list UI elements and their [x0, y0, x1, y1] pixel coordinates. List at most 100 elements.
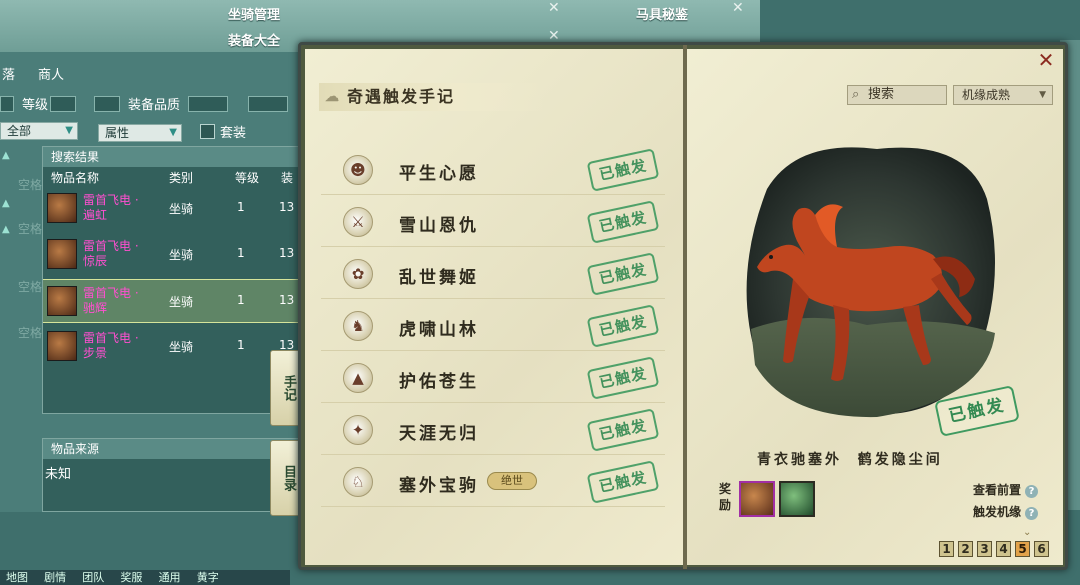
category-select[interactable]: 全部 [0, 122, 78, 140]
table-row-selected[interactable]: 雷首飞电 · 驰辉 坐骑 1 13 [43, 279, 299, 323]
triggered-stamp: 已触发 [586, 356, 660, 400]
list-item[interactable]: ▲ 护佑苍生 已触发 [321, 353, 665, 403]
page-button-5[interactable]: 5 [1015, 541, 1030, 557]
item-name: 雷首飞电 · 步景 [83, 331, 139, 360]
search-icon: ⌕ [852, 87, 860, 102]
horse-icon [47, 239, 77, 269]
item-level: 1 [237, 293, 245, 307]
ghost-label: 空格 [18, 178, 43, 192]
tab-equipment-guide[interactable]: 装备大全 [228, 30, 280, 49]
level-min-input[interactable] [0, 96, 14, 112]
pagination: 123456 [939, 541, 1053, 557]
tab-story[interactable]: 剧情 [38, 570, 72, 585]
close-icon[interactable]: ✕ [548, 0, 560, 16]
page-title: 奇遇触发手记 [319, 83, 545, 111]
list-item[interactable]: ☻ 平生心愿 已触发 [321, 145, 665, 195]
expand-arrow-icon[interactable]: ▲ [2, 198, 10, 209]
triggered-stamp: 已触发 [586, 252, 660, 296]
entry-icon: ♘ [343, 467, 373, 497]
page-button-2[interactable]: 2 [958, 541, 973, 557]
tab-team[interactable]: 团队 [76, 570, 110, 585]
attribute-select[interactable]: 属性 [98, 124, 182, 142]
chevron-down-icon: ▼ [1039, 90, 1046, 100]
help-icon[interactable]: ? [1025, 507, 1039, 520]
col-item-name[interactable]: 物品名称 [51, 169, 99, 186]
close-icon[interactable]: ✕ [732, 0, 744, 16]
entry-title: 雪山恩仇 [399, 216, 479, 236]
entry-icon: ✦ [343, 415, 373, 445]
list-item[interactable]: ⚔ 雪山恩仇 已触发 [321, 197, 665, 247]
table-row[interactable]: 雷首飞电 · 惊辰 坐骑 1 13 [43, 233, 299, 277]
level-label: 等级 [22, 98, 49, 113]
filter-value: 机缘成熟 [962, 88, 1011, 102]
view-prereq-link[interactable]: 查看前置? [973, 481, 1039, 498]
expand-arrow-icon[interactable]: ▲ [2, 150, 10, 161]
entry-icon: ✿ [343, 259, 373, 289]
results-title: 搜索结果 [43, 147, 299, 167]
horse-illustration [746, 147, 995, 418]
level-from-input[interactable] [50, 96, 76, 112]
triggered-stamp: 已触发 [586, 460, 660, 504]
filter-tab-merchant[interactable]: 商人 [38, 64, 64, 83]
page-button-1[interactable]: 1 [939, 541, 954, 557]
tab-yellow[interactable]: 黄字 [191, 570, 225, 585]
item-type: 坐骑 [169, 248, 194, 262]
entry-title: 虎啸山林 [399, 320, 479, 340]
ghost-label: 空格 [18, 326, 43, 340]
page-button-6[interactable]: 6 [1034, 541, 1049, 557]
item-name: 雷首飞电 · 惊辰 [83, 239, 139, 268]
table-row[interactable]: 雷首飞电 · 遍虹 坐骑 1 13 [43, 187, 299, 231]
encounter-poem: 青衣驰塞外 鹤发隐尘间 [757, 452, 943, 468]
entry-title: 平生心愿 [399, 164, 479, 184]
entry-icon: ☻ [343, 155, 373, 185]
horse-icon [47, 193, 77, 223]
item-level: 1 [237, 246, 245, 260]
table-row[interactable]: 雷首飞电 · 步景 坐骑 1 13 [43, 325, 299, 369]
entry-title: 塞外宝驹 [399, 476, 479, 496]
trigger-condition-link[interactable]: 触发机缘? [973, 503, 1039, 520]
search-input[interactable]: ⌕ 搜索 [847, 85, 947, 105]
quality-from-input[interactable] [188, 96, 228, 112]
item-type: 坐骑 [169, 340, 194, 354]
page-button-3[interactable]: 3 [977, 541, 992, 557]
entry-title: 天涯无归 [399, 424, 479, 444]
tab-general[interactable]: 通用 [153, 570, 187, 585]
close-icon[interactable]: ✕ [1035, 49, 1057, 71]
col-level[interactable]: 等级 [235, 169, 259, 186]
horse-reward-icon[interactable] [739, 481, 775, 517]
tab-map[interactable]: 地图 [0, 570, 34, 585]
item-type: 坐骑 [169, 295, 194, 309]
item-source: 物品来源 未知 [42, 438, 300, 512]
filter-tab[interactable]: 落 [2, 64, 15, 83]
list-item-selected[interactable]: ♘ 塞外宝驹 绝世 已触发 [321, 457, 665, 507]
col-extra[interactable]: 装 [281, 169, 293, 186]
quality-to-input[interactable] [248, 96, 288, 112]
source-value: 未知 [45, 467, 72, 482]
tab-tack-guide[interactable]: 马具秘鉴 [636, 4, 688, 23]
col-type[interactable]: 类别 [169, 169, 193, 186]
page-button-4[interactable]: 4 [996, 541, 1011, 557]
search-placeholder: 搜索 [868, 87, 895, 102]
entry-icon: ⚔ [343, 207, 373, 237]
rarity-badge: 绝世 [487, 472, 537, 490]
item-level: 1 [237, 200, 245, 214]
item-name: 雷首飞电 · 遍虹 [83, 193, 139, 222]
tab-server[interactable]: 奖服 [114, 570, 148, 585]
help-icon[interactable]: ? [1025, 485, 1039, 498]
level-to-input[interactable] [94, 96, 120, 112]
list-item[interactable]: ✦ 天涯无归 已触发 [321, 405, 665, 455]
jade-reward-icon[interactable] [779, 481, 815, 517]
view-prereq-label: 查看前置 [973, 483, 1022, 497]
triggered-stamp: 已触发 [586, 148, 660, 192]
list-item[interactable]: ♞ 虎啸山林 已触发 [321, 301, 665, 351]
item-level: 1 [237, 338, 245, 352]
search-results: 搜索结果 物品名称 类别 等级 装 雷首飞电 · 遍虹 坐骑 1 13 雷首飞电… [42, 146, 300, 414]
filter-select[interactable]: 机缘成熟 ▼ [953, 85, 1053, 105]
tab-mount-manage[interactable]: 坐骑管理 [228, 4, 280, 23]
expand-arrow-icon[interactable]: ▲ [2, 224, 10, 235]
entry-icon: ▲ [343, 363, 373, 393]
list-item[interactable]: ✿ 乱世舞姬 已触发 [321, 249, 665, 299]
set-checkbox[interactable] [200, 124, 215, 139]
entry-icon: ♞ [343, 311, 373, 341]
horse-icon [47, 331, 77, 361]
